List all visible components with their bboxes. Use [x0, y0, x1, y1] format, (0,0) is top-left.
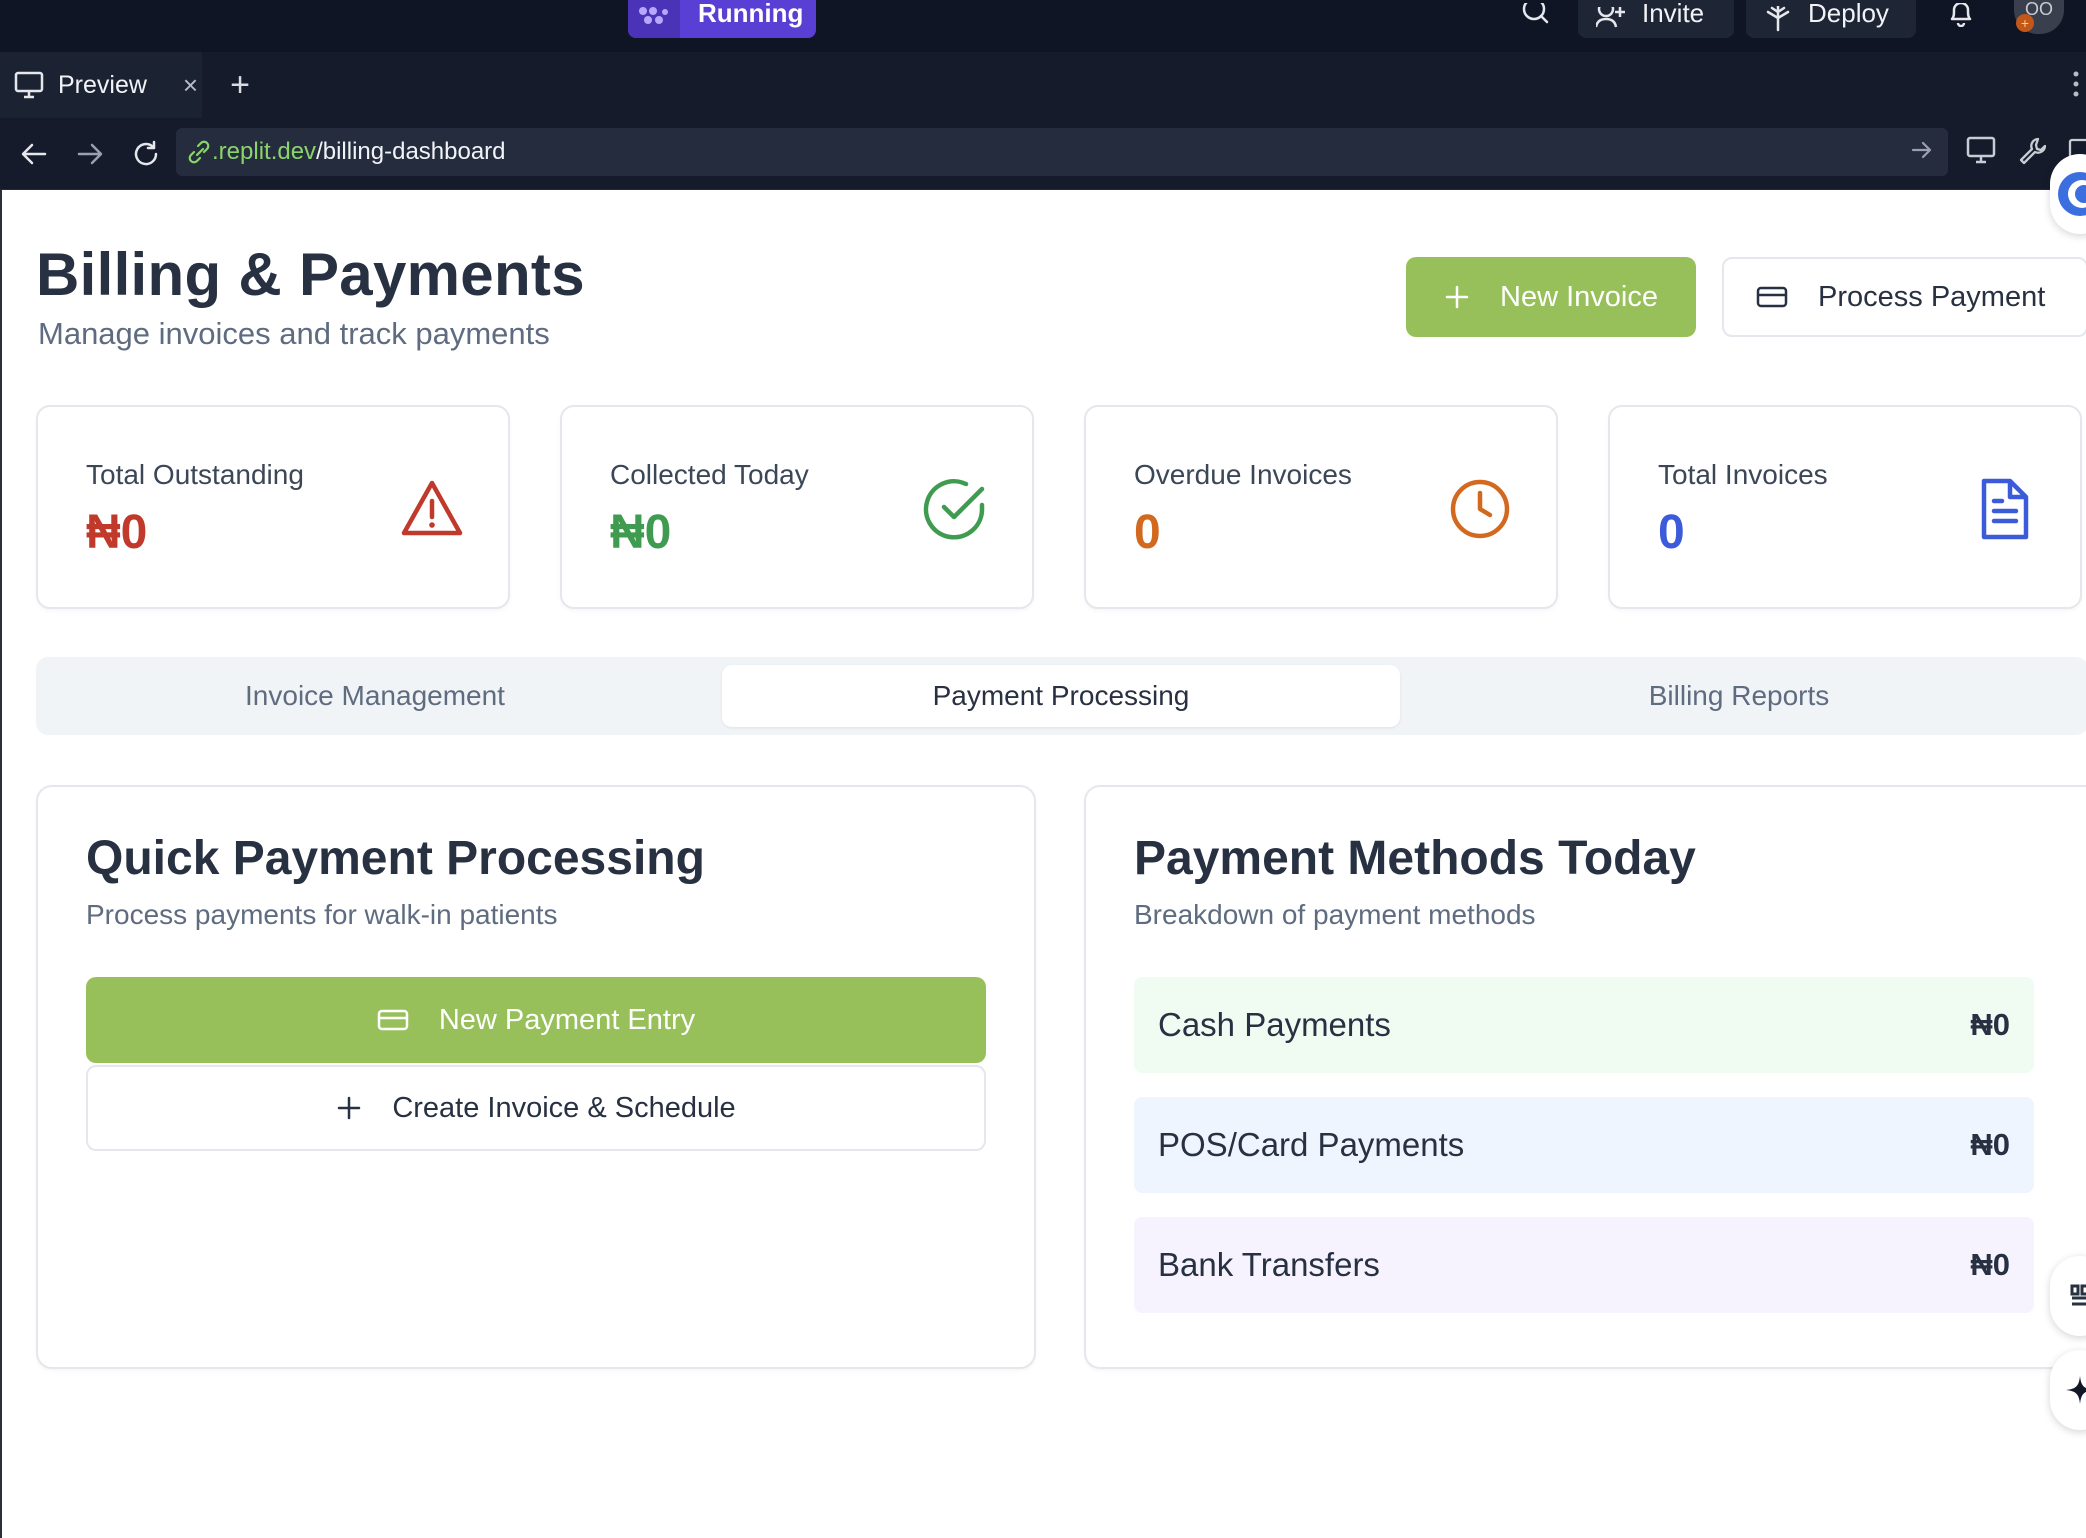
create-invoice-schedule-button[interactable]: Create Invoice & Schedule — [86, 1065, 986, 1151]
new-invoice-label: New Invoice — [1500, 280, 1658, 313]
new-invoice-button[interactable]: New Invoice — [1406, 257, 1696, 337]
method-amount: ₦0 — [1970, 1007, 2010, 1042]
method-amount: ₦0 — [1970, 1127, 2010, 1162]
assistant-orb-icon — [2058, 172, 2086, 216]
plus-icon — [1445, 285, 1469, 309]
method-amount: ₦0 — [1970, 1247, 2010, 1282]
check-circle-icon — [922, 475, 990, 543]
avatar-badge: + — [2016, 14, 2034, 32]
stat-label: Total Invoices — [1658, 459, 1828, 490]
back-arrow-icon[interactable] — [14, 134, 54, 174]
billing-dashboard-page: Billing & Payments Manage invoices and t… — [0, 154, 2086, 1538]
go-arrow-icon[interactable] — [1910, 138, 1934, 162]
card-title: Quick Payment Processing — [86, 832, 705, 885]
stat-card-total-invoices: Total Invoices 0 — [1608, 405, 2082, 609]
run-status-icon — [628, 0, 680, 38]
deploy-label: Deploy — [1808, 0, 1889, 28]
assistant-orb-button[interactable] — [2050, 154, 2086, 234]
device-preview-icon[interactable] — [1966, 136, 1996, 164]
browser-tab-strip: Preview × + — [0, 52, 2086, 118]
stat-value: ₦0 — [610, 506, 672, 559]
card-title: Payment Methods Today — [1134, 832, 1696, 885]
stat-label: Overdue Invoices — [1134, 459, 1352, 490]
feedback-button[interactable] — [2050, 1256, 2086, 1336]
method-row-cash: Cash Payments ₦0 — [1134, 977, 2034, 1073]
new-tab-button[interactable]: + — [220, 66, 260, 106]
deploy-icon — [1766, 6, 1790, 32]
stat-card-total-outstanding: Total Outstanding ₦0 — [36, 405, 510, 609]
url-path: /billing-dashboard — [316, 138, 506, 165]
tab-preview[interactable]: Preview × — [0, 52, 202, 118]
stat-value: ₦0 — [86, 506, 148, 559]
credit-card-icon — [1756, 286, 1788, 308]
plus-icon — [338, 1096, 361, 1120]
run-status-button[interactable]: Running — [628, 0, 816, 38]
stat-card-collected-today: Collected Today ₦0 — [560, 405, 1034, 609]
stat-label: Collected Today — [610, 459, 809, 490]
page-title: Billing & Payments — [36, 241, 585, 308]
process-payment-button[interactable]: Process Payment — [1722, 257, 2086, 337]
more-vertical-icon[interactable] — [2072, 70, 2080, 98]
tab-billing-reports[interactable]: Billing Reports — [1400, 665, 2078, 727]
method-label: Bank Transfers — [1158, 1246, 1380, 1283]
url-bar[interactable]: .replit.dev/billing-dashboard — [176, 128, 1948, 176]
quick-payment-card: Quick Payment Processing Process payment… — [36, 785, 1036, 1369]
method-label: Cash Payments — [1158, 1006, 1391, 1043]
monitor-icon — [14, 71, 44, 99]
billing-tabs: Invoice Management Payment Processing Bi… — [36, 657, 2086, 735]
quote-icon — [2070, 1284, 2086, 1306]
file-text-icon — [1970, 475, 2038, 543]
stat-card-overdue-invoices: Overdue Invoices 0 — [1084, 405, 1558, 609]
forward-arrow-icon[interactable] — [70, 134, 110, 174]
new-payment-entry-label: New Payment Entry — [438, 1003, 696, 1036]
run-status-label: Running — [698, 0, 804, 28]
invite-label: Invite — [1642, 0, 1705, 28]
create-invoice-schedule-label: Create Invoice & Schedule — [392, 1091, 736, 1124]
link-icon — [188, 140, 210, 164]
process-payment-label: Process Payment — [1818, 280, 2046, 313]
method-row-pos-card: POS/Card Payments ₦0 — [1134, 1097, 2034, 1193]
tab-close-icon[interactable]: × — [183, 70, 198, 101]
method-label: POS/Card Payments — [1158, 1126, 1465, 1163]
stat-value: 0 — [1658, 506, 1685, 559]
clock-icon — [1446, 475, 1514, 543]
method-row-bank-transfer: Bank Transfers ₦0 — [1134, 1217, 2034, 1313]
url-host: .replit.dev — [212, 138, 317, 165]
card-subtitle: Breakdown of payment methods — [1134, 899, 1536, 930]
deploy-button[interactable]: Deploy — [1746, 0, 1916, 38]
payment-methods-card: Payment Methods Today Breakdown of payme… — [1084, 785, 2086, 1369]
user-plus-icon — [1596, 7, 1625, 28]
browser-address-row: .replit.dev/billing-dashboard — [0, 118, 2086, 190]
reload-icon[interactable] — [126, 134, 166, 174]
stat-label: Total Outstanding — [86, 459, 304, 490]
credit-card-icon — [377, 1009, 409, 1031]
alert-triangle-icon — [398, 475, 466, 543]
tab-invoice-management[interactable]: Invoice Management — [36, 665, 714, 727]
ide-top-bar: Running Invite Deploy OO + — [0, 0, 2086, 52]
sparkle-icon — [2066, 1376, 2086, 1404]
ai-sparkle-button[interactable] — [2050, 1350, 2086, 1430]
tab-payment-processing[interactable]: Payment Processing — [722, 665, 1400, 727]
new-payment-entry-button[interactable]: New Payment Entry — [86, 977, 986, 1063]
card-subtitle: Process payments for walk-in patients — [86, 899, 558, 930]
stat-value: 0 — [1134, 506, 1161, 559]
page-subtitle: Manage invoices and track payments — [38, 316, 550, 351]
wrench-icon[interactable] — [2018, 136, 2048, 166]
bell-icon[interactable] — [1944, 0, 1978, 30]
invite-button[interactable]: Invite — [1578, 0, 1734, 38]
tab-preview-label: Preview — [58, 70, 147, 99]
search-icon[interactable] — [1516, 0, 1556, 30]
